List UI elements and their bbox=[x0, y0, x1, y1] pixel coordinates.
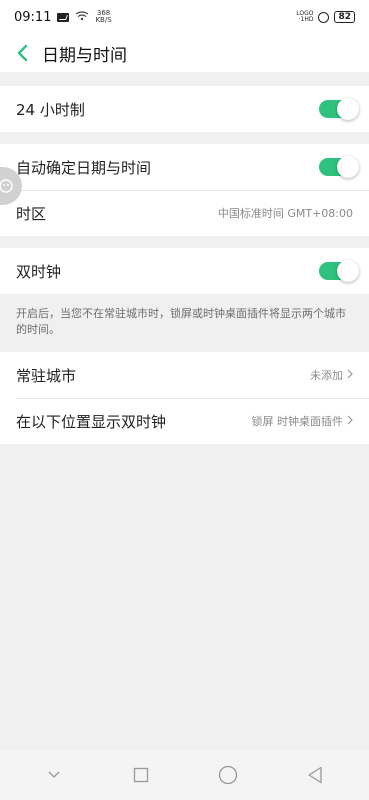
signal-indicator: LOGO ·1HD bbox=[296, 11, 313, 23]
nav-back-icon[interactable] bbox=[295, 755, 335, 795]
status-right: LOGO ·1HD 82 bbox=[296, 11, 355, 23]
dual-clock-description: 开启后，当您不在常驻城市时，锁屏或时钟桌面插件将显示两个城市的时间。 bbox=[0, 294, 369, 352]
group-dual-clock-options: 常驻城市 未添加 在以下位置显示双时钟 锁屏 时钟桌面插件 bbox=[0, 352, 369, 444]
toggle-dual-clock[interactable] bbox=[319, 260, 359, 282]
setting-home-city[interactable]: 常驻城市 未添加 bbox=[0, 352, 369, 398]
setting-dual-clock-label: 双时钟 bbox=[16, 262, 62, 281]
status-left: 09:11 368 KB/S bbox=[14, 10, 112, 25]
toggle-auto-time[interactable] bbox=[319, 156, 359, 178]
group-auto-time: 自动确定日期与时间 时区 中国标准时间 GMT+08:00 bbox=[0, 144, 369, 236]
toggle-knob bbox=[337, 260, 359, 282]
group-dual-clock: 双时钟 bbox=[0, 248, 369, 294]
setting-24-hour-label: 24 小时制 bbox=[16, 100, 85, 119]
sync-icon bbox=[318, 11, 330, 23]
setting-display-location-label: 在以下位置显示双时钟 bbox=[16, 412, 167, 431]
toggle-24-hour[interactable] bbox=[319, 98, 359, 120]
nav-home-icon[interactable] bbox=[208, 755, 248, 795]
setting-dual-clock[interactable]: 双时钟 bbox=[0, 248, 369, 294]
setting-auto-time[interactable]: 自动确定日期与时间 bbox=[0, 144, 369, 190]
setting-home-city-value-wrap: 未添加 bbox=[310, 367, 353, 383]
nav-recents-icon[interactable] bbox=[121, 755, 161, 795]
setting-timezone-label: 时区 bbox=[16, 204, 47, 223]
toggle-knob bbox=[337, 98, 359, 120]
wifi-icon bbox=[75, 10, 89, 24]
title-bar: 日期与时间 bbox=[0, 34, 369, 72]
setting-24-hour[interactable]: 24 小时制 bbox=[0, 86, 369, 132]
navigation-bar bbox=[0, 750, 369, 800]
battery-icon: 82 bbox=[334, 11, 355, 23]
group-24-hour: 24 小时制 bbox=[0, 86, 369, 132]
setting-auto-time-label: 自动确定日期与时间 bbox=[16, 158, 152, 177]
status-bar: 09:11 368 KB/S LOGO ·1HD 82 bbox=[0, 0, 369, 34]
network-speed: 368 KB/S bbox=[95, 10, 111, 24]
status-time: 09:11 bbox=[14, 9, 52, 25]
chevron-right-icon bbox=[347, 414, 353, 428]
network-speed-unit: KB/S bbox=[95, 16, 112, 24]
setting-timezone-value: 中国标准时间 GMT+08:00 bbox=[217, 207, 353, 220]
setting-display-location-value-wrap: 锁屏 时钟桌面插件 bbox=[252, 413, 354, 429]
setting-home-city-label: 常驻城市 bbox=[16, 366, 77, 385]
setting-timezone[interactable]: 时区 中国标准时间 GMT+08:00 bbox=[0, 190, 369, 236]
page-title: 日期与时间 bbox=[42, 45, 127, 66]
signal-indicator-bottom: ·1HD bbox=[298, 16, 314, 23]
setting-display-location[interactable]: 在以下位置显示双时钟 锁屏 时钟桌面插件 bbox=[0, 398, 369, 444]
setting-display-location-value: 锁屏 时钟桌面插件 bbox=[251, 415, 344, 428]
chevron-right-icon bbox=[347, 368, 353, 382]
message-notification-icon bbox=[57, 12, 70, 22]
nav-collapse-icon[interactable] bbox=[34, 755, 74, 795]
toggle-knob bbox=[337, 156, 359, 178]
back-arrow-icon[interactable] bbox=[12, 43, 32, 63]
setting-home-city-value: 未添加 bbox=[310, 369, 343, 382]
